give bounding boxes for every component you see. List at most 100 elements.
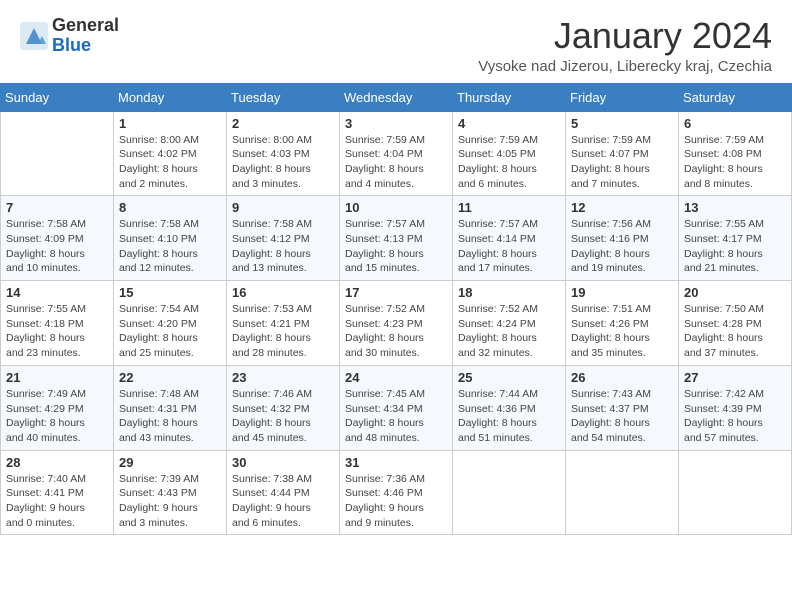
day-number: 26 bbox=[571, 370, 673, 385]
day-number: 14 bbox=[6, 285, 108, 300]
day-number: 30 bbox=[232, 455, 334, 470]
day-number: 23 bbox=[232, 370, 334, 385]
weekday-header-wednesday: Wednesday bbox=[340, 83, 453, 111]
day-info: Sunrise: 7:59 AM Sunset: 4:08 PM Dayligh… bbox=[684, 133, 786, 192]
day-info: Sunrise: 7:55 AM Sunset: 4:17 PM Dayligh… bbox=[684, 217, 786, 276]
day-info: Sunrise: 7:57 AM Sunset: 4:13 PM Dayligh… bbox=[345, 217, 447, 276]
calendar-table: SundayMondayTuesdayWednesdayThursdayFrid… bbox=[0, 83, 792, 536]
logo: General Blue bbox=[20, 16, 119, 56]
day-info: Sunrise: 7:46 AM Sunset: 4:32 PM Dayligh… bbox=[232, 387, 334, 446]
day-info: Sunrise: 7:42 AM Sunset: 4:39 PM Dayligh… bbox=[684, 387, 786, 446]
day-number: 24 bbox=[345, 370, 447, 385]
calendar-cell bbox=[1, 111, 114, 196]
weekday-header-row: SundayMondayTuesdayWednesdayThursdayFrid… bbox=[1, 83, 792, 111]
calendar-cell: 17Sunrise: 7:52 AM Sunset: 4:23 PM Dayli… bbox=[340, 281, 453, 366]
day-info: Sunrise: 7:53 AM Sunset: 4:21 PM Dayligh… bbox=[232, 302, 334, 361]
calendar-cell: 24 Sunrise: 7:45 AM Sunset: 4:34 PM Dayli… bbox=[340, 365, 453, 450]
subtitle: Vysoke nad Jizerou, Liberecky kraj, Czec… bbox=[478, 58, 772, 75]
month-title: January 2024 bbox=[478, 16, 772, 56]
day-info: Sunrise: 7:36 AM Sunset: 4:46 PM Dayligh… bbox=[345, 472, 447, 531]
day-info: Sunrise: 7:59 AM Sunset: 4:04 PM Dayligh… bbox=[345, 133, 447, 192]
calendar-cell: 16Sunrise: 7:53 AM Sunset: 4:21 PM Dayli… bbox=[227, 281, 340, 366]
logo-blue: Blue bbox=[52, 36, 119, 56]
day-number: 20 bbox=[684, 285, 786, 300]
day-info: Sunrise: 7:58 AM Sunset: 4:10 PM Dayligh… bbox=[119, 217, 221, 276]
calendar-cell: 31Sunrise: 7:36 AM Sunset: 4:46 PM Dayli… bbox=[340, 450, 453, 535]
weekday-header-monday: Monday bbox=[114, 83, 227, 111]
calendar-cell: 2Sunrise: 8:00 AM Sunset: 4:03 PM Daylig… bbox=[227, 111, 340, 196]
day-info: Sunrise: 7:40 AM Sunset: 4:41 PM Dayligh… bbox=[6, 472, 108, 531]
day-number: 5 bbox=[571, 116, 673, 131]
weekday-header-saturday: Saturday bbox=[679, 83, 792, 111]
day-info: Sunrise: 7:49 AM Sunset: 4:29 PM Dayligh… bbox=[6, 387, 108, 446]
calendar-cell: 7 Sunrise: 7:58 AM Sunset: 4:09 PM Daylig… bbox=[1, 196, 114, 281]
day-number: 8 bbox=[119, 200, 221, 215]
day-number: 18 bbox=[458, 285, 560, 300]
calendar-cell: 8 Sunrise: 7:58 AM Sunset: 4:10 PM Daylig… bbox=[114, 196, 227, 281]
day-number: 21 bbox=[6, 370, 108, 385]
header: General Blue January 2024 Vysoke nad Jiz… bbox=[0, 0, 792, 83]
day-info: Sunrise: 7:59 AM Sunset: 4:05 PM Dayligh… bbox=[458, 133, 560, 192]
day-number: 12 bbox=[571, 200, 673, 215]
logo-general: General bbox=[52, 16, 119, 36]
day-info: Sunrise: 7:52 AM Sunset: 4:24 PM Dayligh… bbox=[458, 302, 560, 361]
calendar-cell: 12 Sunrise: 7:56 AM Sunset: 4:16 PM Dayli… bbox=[566, 196, 679, 281]
calendar-cell: 20 Sunrise: 7:50 AM Sunset: 4:28 PM Dayli… bbox=[679, 281, 792, 366]
calendar-cell: 27 Sunrise: 7:42 AM Sunset: 4:39 PM Dayli… bbox=[679, 365, 792, 450]
day-number: 29 bbox=[119, 455, 221, 470]
day-number: 10 bbox=[345, 200, 447, 215]
calendar-cell: 22Sunrise: 7:48 AM Sunset: 4:31 PM Dayli… bbox=[114, 365, 227, 450]
day-info: Sunrise: 7:57 AM Sunset: 4:14 PM Dayligh… bbox=[458, 217, 560, 276]
calendar-cell: 9 Sunrise: 7:58 AM Sunset: 4:12 PM Daylig… bbox=[227, 196, 340, 281]
calendar-cell: 29 Sunrise: 7:39 AM Sunset: 4:43 PM Dayli… bbox=[114, 450, 227, 535]
weekday-header-sunday: Sunday bbox=[1, 83, 114, 111]
calendar-cell: 1Sunrise: 8:00 AM Sunset: 4:02 PM Daylig… bbox=[114, 111, 227, 196]
day-info: Sunrise: 7:45 AM Sunset: 4:34 PM Dayligh… bbox=[345, 387, 447, 446]
week-row-2: 7 Sunrise: 7:58 AM Sunset: 4:09 PM Daylig… bbox=[1, 196, 792, 281]
week-row-1: 1Sunrise: 8:00 AM Sunset: 4:02 PM Daylig… bbox=[1, 111, 792, 196]
weekday-header-friday: Friday bbox=[566, 83, 679, 111]
calendar-cell: 15Sunrise: 7:54 AM Sunset: 4:20 PM Dayli… bbox=[114, 281, 227, 366]
day-info: Sunrise: 7:59 AM Sunset: 4:07 PM Dayligh… bbox=[571, 133, 673, 192]
day-number: 13 bbox=[684, 200, 786, 215]
calendar-cell: 25 Sunrise: 7:44 AM Sunset: 4:36 PM Dayli… bbox=[453, 365, 566, 450]
day-number: 17 bbox=[345, 285, 447, 300]
day-number: 11 bbox=[458, 200, 560, 215]
day-number: 28 bbox=[6, 455, 108, 470]
calendar-cell: 4Sunrise: 7:59 AM Sunset: 4:05 PM Daylig… bbox=[453, 111, 566, 196]
day-number: 15 bbox=[119, 285, 221, 300]
calendar-cell bbox=[566, 450, 679, 535]
day-info: Sunrise: 7:39 AM Sunset: 4:43 PM Dayligh… bbox=[119, 472, 221, 531]
calendar-cell bbox=[453, 450, 566, 535]
day-info: Sunrise: 7:43 AM Sunset: 4:37 PM Dayligh… bbox=[571, 387, 673, 446]
day-number: 25 bbox=[458, 370, 560, 385]
logo-icon bbox=[20, 22, 48, 50]
calendar-cell: 13 Sunrise: 7:55 AM Sunset: 4:17 PM Dayli… bbox=[679, 196, 792, 281]
day-info: Sunrise: 7:58 AM Sunset: 4:09 PM Dayligh… bbox=[6, 217, 108, 276]
calendar-cell: 10 Sunrise: 7:57 AM Sunset: 4:13 PM Dayli… bbox=[340, 196, 453, 281]
calendar-cell: 18 Sunrise: 7:52 AM Sunset: 4:24 PM Dayli… bbox=[453, 281, 566, 366]
day-number: 9 bbox=[232, 200, 334, 215]
day-info: Sunrise: 7:50 AM Sunset: 4:28 PM Dayligh… bbox=[684, 302, 786, 361]
day-info: Sunrise: 8:00 AM Sunset: 4:02 PM Dayligh… bbox=[119, 133, 221, 192]
day-info: Sunrise: 7:55 AM Sunset: 4:18 PM Dayligh… bbox=[6, 302, 108, 361]
day-number: 7 bbox=[6, 200, 108, 215]
day-number: 6 bbox=[684, 116, 786, 131]
day-info: Sunrise: 7:48 AM Sunset: 4:31 PM Dayligh… bbox=[119, 387, 221, 446]
week-row-4: 21 Sunrise: 7:49 AM Sunset: 4:29 PM Dayli… bbox=[1, 365, 792, 450]
day-info: Sunrise: 7:56 AM Sunset: 4:16 PM Dayligh… bbox=[571, 217, 673, 276]
calendar-cell: 5 Sunrise: 7:59 AM Sunset: 4:07 PM Daylig… bbox=[566, 111, 679, 196]
day-info: Sunrise: 8:00 AM Sunset: 4:03 PM Dayligh… bbox=[232, 133, 334, 192]
day-number: 19 bbox=[571, 285, 673, 300]
calendar-cell: 26 Sunrise: 7:43 AM Sunset: 4:37 PM Dayli… bbox=[566, 365, 679, 450]
day-info: Sunrise: 7:58 AM Sunset: 4:12 PM Dayligh… bbox=[232, 217, 334, 276]
title-block: January 2024 Vysoke nad Jizerou, Liberec… bbox=[478, 16, 772, 75]
calendar-cell: 11 Sunrise: 7:57 AM Sunset: 4:14 PM Dayli… bbox=[453, 196, 566, 281]
calendar-cell: 28 Sunrise: 7:40 AM Sunset: 4:41 PM Dayli… bbox=[1, 450, 114, 535]
day-info: Sunrise: 7:51 AM Sunset: 4:26 PM Dayligh… bbox=[571, 302, 673, 361]
weekday-header-tuesday: Tuesday bbox=[227, 83, 340, 111]
week-row-3: 14 Sunrise: 7:55 AM Sunset: 4:18 PM Dayli… bbox=[1, 281, 792, 366]
day-number: 27 bbox=[684, 370, 786, 385]
day-info: Sunrise: 7:38 AM Sunset: 4:44 PM Dayligh… bbox=[232, 472, 334, 531]
day-info: Sunrise: 7:44 AM Sunset: 4:36 PM Dayligh… bbox=[458, 387, 560, 446]
